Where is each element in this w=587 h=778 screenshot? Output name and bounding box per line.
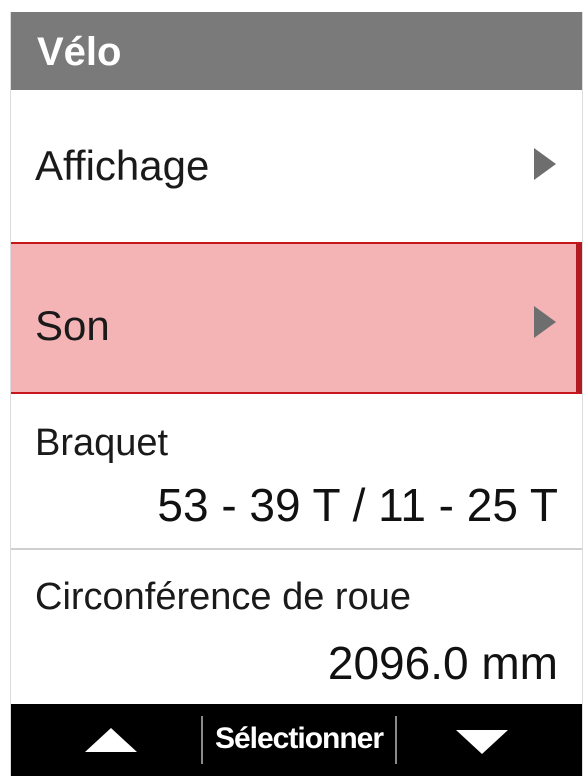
setting-gearing[interactable]: Braquet 53 - 39 T / 11 - 25 T [11,396,582,548]
menu-item-sound[interactable]: Son [11,242,582,394]
menu-item-label: Son [35,302,110,349]
menu-item-display[interactable]: Affichage [11,90,582,242]
page-title: Vélo [37,30,122,74]
setting-value: 2096.0 mm [327,637,558,689]
divider [201,716,203,764]
triangle-down-icon [456,730,508,754]
setting-label: Circonférence de roue [35,576,411,618]
setting-value: 53 - 39 T / 11 - 25 T [157,479,558,531]
divider [395,716,397,764]
triangle-up-icon [85,728,137,752]
menu-item-label: Affichage [35,142,210,189]
device-screen: Vélo Affichage Son Braquet 53 - 39 T / 1… [10,12,583,776]
bottom-nav-bar: Sélectionner [11,704,582,776]
chevron-right-icon [534,148,556,180]
chevron-right-icon [534,306,556,338]
setting-label: Braquet [35,422,169,464]
scroll-up-button[interactable] [71,726,151,756]
setting-wheel-circumference[interactable]: Circonférence de roue 2096.0 mm [11,548,582,700]
scroll-down-button[interactable] [442,726,522,756]
select-button[interactable]: Sélectionner [209,722,389,756]
title-bar: Vélo [11,12,582,90]
